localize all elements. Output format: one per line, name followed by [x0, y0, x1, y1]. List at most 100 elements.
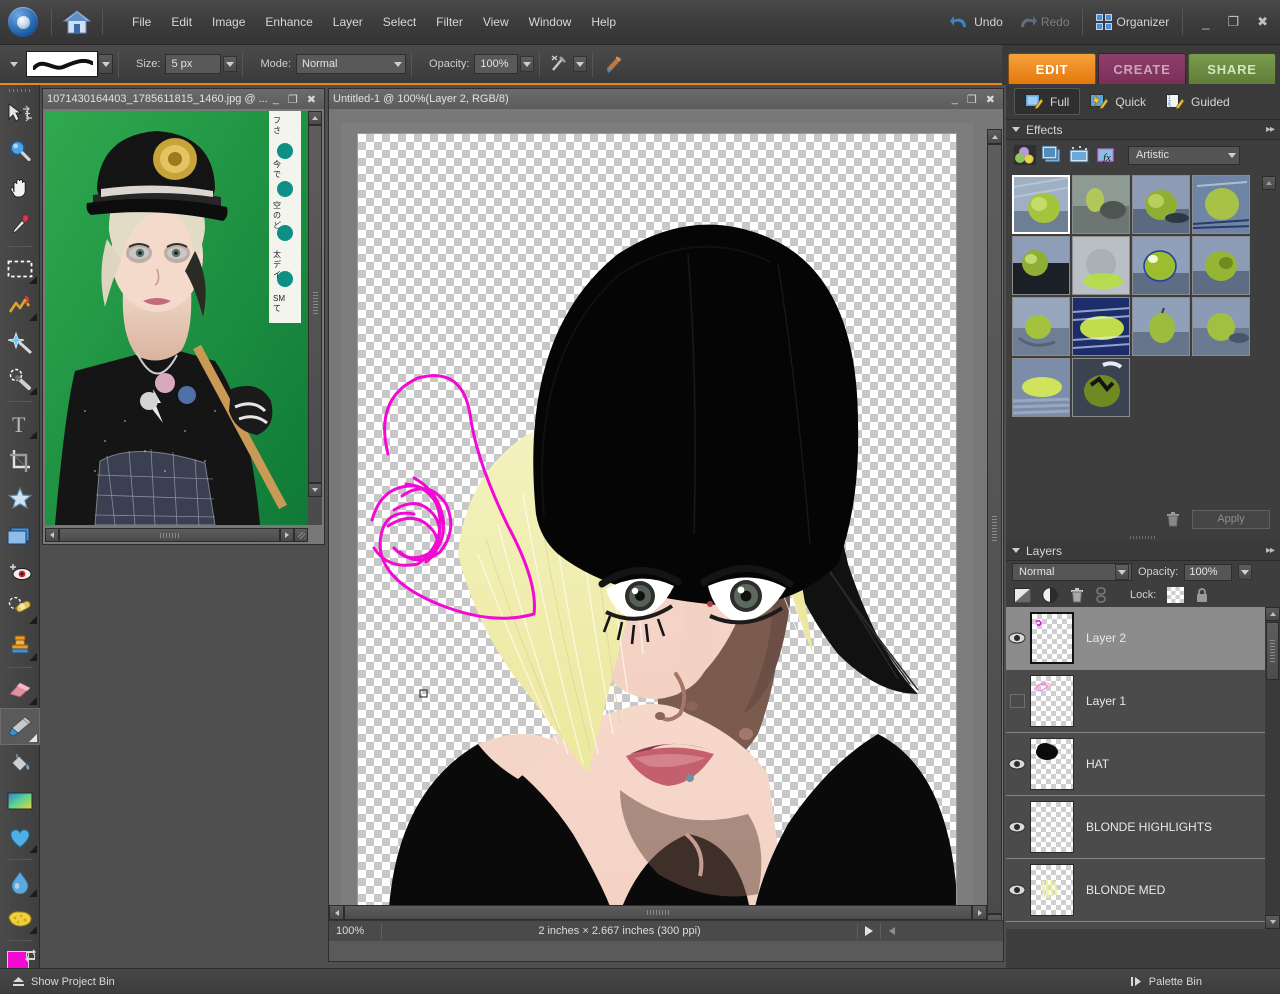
layer-thumbnail[interactable] [1028, 612, 1076, 664]
effect-thumbnail[interactable] [1072, 175, 1130, 234]
menu-item-layer[interactable]: Layer [323, 11, 373, 33]
minimize-button[interactable]: _ [1198, 15, 1213, 30]
scroll-left-button[interactable] [329, 905, 344, 920]
menu-item-select[interactable]: Select [373, 11, 426, 33]
scroll-right-button[interactable] [280, 528, 294, 542]
effect-thumbnail[interactable] [1012, 358, 1070, 417]
layers-scroll-up-button[interactable] [1265, 607, 1280, 621]
tab-share[interactable]: SHARE [1188, 53, 1276, 84]
layer-row-blonde-highlights[interactable]: BLONDE HIGHLIGHTS [1006, 796, 1280, 859]
menu-item-enhance[interactable]: Enhance [255, 11, 322, 33]
blur-tool[interactable] [0, 863, 40, 900]
magic-wand-tool[interactable] [0, 324, 40, 361]
scroll-left-button[interactable] [45, 528, 59, 542]
gradient-tool[interactable] [0, 782, 40, 819]
menu-item-edit[interactable]: Edit [161, 11, 202, 33]
photo-effects-icon[interactable] [1068, 145, 1090, 165]
layer-opacity-input[interactable]: 100% [1184, 563, 1233, 581]
red-eye-removal-tool[interactable] [0, 553, 40, 590]
reference-photo-window[interactable]: 1071430164403_1785611815_1460.jpg @ ... … [42, 88, 325, 545]
close-button[interactable]: ✖ [1253, 14, 1272, 30]
layers-panel-header[interactable]: Layers ▸▸ [1006, 541, 1280, 561]
tab-edit[interactable]: EDIT [1008, 53, 1096, 84]
layer-opacity-dropdown[interactable] [1238, 564, 1253, 580]
brush-preset-dropdown[interactable] [98, 54, 113, 74]
layer-row-layer-1[interactable]: Layer 1 [1006, 670, 1280, 733]
menu-item-filter[interactable]: Filter [426, 11, 473, 33]
opacity-input[interactable]: 100% [474, 54, 519, 74]
crop-tool[interactable] [0, 442, 40, 479]
delete-layer-icon[interactable] [1070, 587, 1084, 603]
restore-button[interactable]: ❐ [288, 93, 298, 106]
panel-expand-icon[interactable]: ▸▸ [1266, 124, 1275, 135]
document-horizontal-scrollbar[interactable] [329, 905, 987, 920]
menu-item-help[interactable]: Help [581, 11, 626, 33]
airbrush-icon[interactable] [545, 54, 573, 74]
eyedropper-tool[interactable] [0, 206, 40, 243]
trash-icon[interactable] [1166, 511, 1180, 527]
rectangular-marquee-tool[interactable] [0, 250, 40, 287]
layer-thumbnail[interactable] [1028, 738, 1076, 790]
new-fill-layer-icon[interactable] [1014, 587, 1031, 603]
status-prev-button[interactable] [881, 927, 903, 935]
restore-button[interactable]: ❐ [967, 93, 977, 106]
home-icon[interactable] [57, 0, 97, 45]
brush-size-dropdown[interactable] [223, 56, 238, 72]
layer-visibility-toggle[interactable] [1006, 607, 1028, 670]
hand-tool[interactable] [0, 169, 40, 206]
edit-mode-quick[interactable]: Quick [1080, 89, 1156, 114]
lock-all-icon[interactable] [1195, 587, 1209, 603]
reference-vertical-scrollbar[interactable] [308, 111, 322, 525]
layer-thumbnail[interactable] [1028, 675, 1076, 727]
reference-horizontal-scrollbar[interactable] [45, 528, 308, 542]
undo-button[interactable]: Undo [943, 10, 1010, 34]
apply-button[interactable]: Apply [1192, 509, 1270, 529]
filters-icon[interactable] [1014, 145, 1036, 165]
effect-thumbnail[interactable] [1192, 236, 1250, 295]
menu-item-file[interactable]: File [122, 11, 161, 33]
clone-stamp-tool[interactable] [0, 627, 40, 664]
menu-item-window[interactable]: Window [519, 11, 582, 33]
blend-mode-select[interactable]: Normal [296, 54, 407, 74]
effects-category-select[interactable]: Artistic [1128, 145, 1240, 165]
layer-visibility-toggle[interactable] [1006, 859, 1028, 922]
effects-panel-header[interactable]: Effects ▸▸ [1006, 120, 1280, 140]
new-adjustment-layer-icon[interactable] [1042, 587, 1059, 603]
layer-visibility-toggle[interactable] [1006, 922, 1028, 930]
airbrush-dropdown[interactable] [573, 56, 588, 72]
effect-thumbnail[interactable] [1132, 297, 1190, 356]
scroll-thumb[interactable] [987, 144, 1002, 914]
healing-brush-tool[interactable] [0, 590, 40, 627]
layer-row-partial[interactable] [1006, 922, 1280, 929]
effect-thumbnail[interactable] [1012, 297, 1070, 356]
status-menu-button[interactable] [858, 926, 880, 936]
sponge-tool[interactable] [0, 900, 40, 937]
effect-thumbnail[interactable] [1132, 175, 1190, 234]
edit-mode-full[interactable]: Full [1014, 88, 1081, 115]
move-tool[interactable] [0, 95, 40, 132]
layer-row-blonde-med[interactable]: BLONDE MED [1006, 859, 1280, 922]
layer-name[interactable]: Layer 1 [1076, 694, 1126, 708]
cookie-cutter-tool[interactable] [0, 479, 40, 516]
edit-mode-guided[interactable]: 1 2 3 Guided [1156, 89, 1240, 114]
layer-visibility-toggle[interactable] [1006, 796, 1028, 859]
layer-thumbnail[interactable] [1028, 864, 1076, 916]
organizer-button[interactable]: Organizer [1088, 10, 1178, 34]
link-layers-icon[interactable] [1095, 587, 1107, 603]
menu-item-image[interactable]: Image [202, 11, 255, 33]
document-vertical-scrollbar[interactable] [987, 129, 1002, 939]
menu-item-view[interactable]: View [473, 11, 519, 33]
effect-thumbnail[interactable] [1192, 175, 1250, 234]
layer-name[interactable]: HAT [1076, 757, 1109, 771]
layers-scroll-down-button[interactable] [1265, 915, 1280, 929]
show-all-icon[interactable]: fx [1095, 145, 1117, 165]
panel-expand-icon[interactable]: ▸▸ [1266, 545, 1275, 556]
layer-visibility-toggle[interactable] [1006, 733, 1028, 796]
show-project-bin-button[interactable]: Show Project Bin [0, 976, 115, 988]
scroll-up-button[interactable] [987, 129, 1002, 144]
brush-tablet-icon[interactable] [598, 53, 628, 75]
paint-bucket-tool[interactable] [0, 745, 40, 782]
layer-thumbnail[interactable] [1028, 801, 1076, 853]
effect-thumbnail[interactable] [1072, 297, 1130, 356]
scroll-down-button[interactable] [308, 483, 322, 497]
